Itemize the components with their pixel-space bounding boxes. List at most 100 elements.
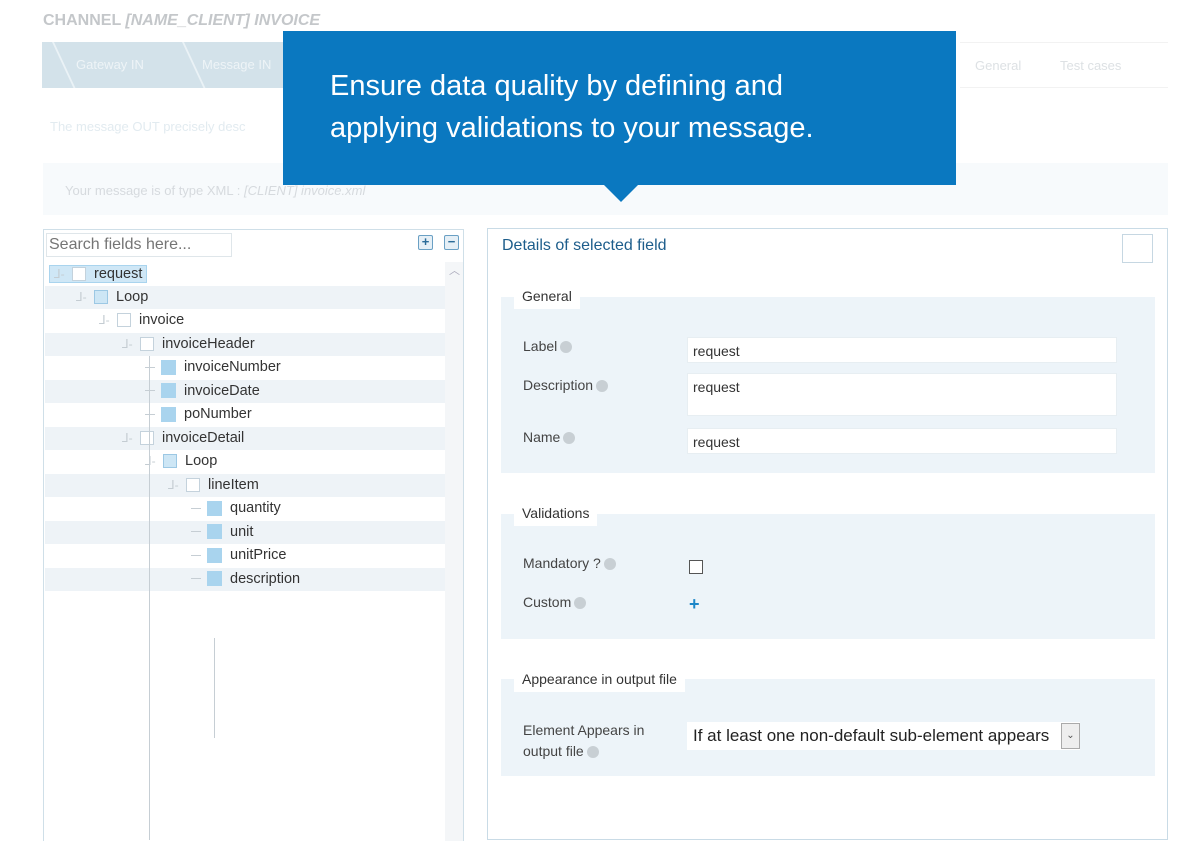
leaf-field-icon — [161, 406, 176, 422]
tree-row[interactable]: quantity — [45, 497, 445, 521]
tree-line — [145, 413, 155, 415]
tree-node[interactable]: poNumber — [145, 406, 252, 422]
description-label: Description — [523, 377, 609, 393]
scroll-up-icon[interactable]: ︿ — [449, 262, 460, 278]
tab-test-cases[interactable]: Test cases — [1060, 58, 1121, 73]
tree-node[interactable]: ⅃- invoiceDetail — [122, 430, 244, 446]
leaf-field-icon — [207, 571, 222, 586]
tab-general[interactable]: General — [975, 58, 1021, 73]
tree-line — [145, 366, 155, 368]
tree-node[interactable]: quantity — [191, 500, 281, 516]
tree-node[interactable]: ⅃- Loop — [145, 453, 217, 469]
tree-node-label[interactable]: Loop — [185, 453, 217, 469]
general-legend: General — [514, 284, 580, 309]
tree-node[interactable]: unit — [191, 524, 253, 540]
info-icon[interactable] — [603, 558, 616, 571]
tree-connector-icon[interactable]: ⅃- — [76, 290, 90, 304]
tree-node[interactable]: ⅃- request — [49, 265, 148, 283]
tree-node-label[interactable]: invoiceDate — [184, 383, 260, 399]
tree-line — [191, 578, 201, 579]
tree-node-label[interactable]: lineItem — [208, 477, 259, 493]
tree-line — [191, 554, 201, 556]
description-textarea[interactable]: request — [687, 373, 1117, 416]
type-file: [CLIENT] invoice.xml — [243, 183, 366, 198]
element-icon — [140, 430, 154, 445]
tree-row[interactable]: ⅃- lineItem — [45, 473, 445, 497]
tree-connector-icon[interactable]: ⅃- — [145, 454, 159, 468]
add-custom-validation-icon[interactable]: + — [689, 594, 700, 615]
tree-node-label[interactable]: unit — [230, 524, 253, 540]
tree-node-label[interactable]: request — [94, 266, 142, 282]
tree-node-label[interactable]: invoiceDetail — [162, 430, 244, 446]
info-icon[interactable] — [563, 432, 576, 445]
leaf-field-icon — [207, 524, 222, 539]
tree-node[interactable]: ⅃- lineItem — [168, 477, 259, 493]
element-appears-line2: output file — [523, 743, 584, 759]
tree-node[interactable]: invoiceNumber — [145, 359, 281, 375]
tree-row[interactable]: invoiceDate — [45, 379, 445, 403]
tree-node[interactable]: ⅃- Loop — [76, 289, 148, 305]
tree-row[interactable]: ⅃- invoice — [45, 309, 445, 333]
tree-node-label[interactable]: quantity — [230, 500, 281, 516]
tree-line — [191, 507, 201, 509]
mandatory-checkbox[interactable] — [689, 560, 703, 574]
callout-arrow — [604, 185, 638, 202]
tree-row[interactable]: poNumber — [45, 403, 445, 427]
tree-line — [145, 390, 155, 391]
tree-row[interactable]: invoiceNumber — [45, 356, 445, 380]
chevron-divider — [164, 42, 206, 88]
tree-row[interactable]: unitPrice — [45, 544, 445, 568]
info-icon[interactable] — [560, 341, 573, 354]
info-icon[interactable] — [586, 746, 599, 759]
tree-row[interactable]: ⅃- Loop — [45, 450, 445, 474]
scrollbar[interactable]: ︿ — [445, 262, 463, 841]
tree-node[interactable]: invoiceDate — [145, 383, 260, 399]
tree-connector-icon[interactable]: ⅃- — [99, 313, 113, 327]
title-prefix: CHANNEL — [43, 12, 121, 29]
tree-node-label[interactable]: description — [230, 571, 300, 587]
tree-connector-icon[interactable]: ⅃- — [122, 337, 136, 351]
tree-node-label[interactable]: poNumber — [184, 406, 252, 422]
page-title: CHANNEL [NAME_CLIENT] INVOICE — [43, 12, 320, 30]
name-text: Name — [523, 429, 561, 445]
tree-node[interactable]: ⅃- invoice — [99, 312, 184, 328]
label-text: Label — [523, 338, 558, 354]
chevron-down-icon[interactable]: ⌄ — [1061, 723, 1080, 749]
collapse-all-icon[interactable]: − — [444, 235, 459, 250]
tree-row[interactable]: ⅃- invoiceHeader — [45, 332, 445, 356]
tree-connector-icon[interactable]: ⅃- — [122, 431, 136, 445]
search-fields-input[interactable] — [46, 233, 232, 257]
element-icon — [140, 336, 154, 351]
tree-line — [149, 380, 150, 840]
tree-node-label[interactable]: invoiceNumber — [184, 359, 281, 375]
tree-connector-icon[interactable]: ⅃- — [168, 478, 182, 492]
tree-row[interactable]: unit — [45, 520, 445, 544]
tree-node-label[interactable]: unitPrice — [230, 547, 286, 563]
name-input[interactable]: request — [687, 428, 1117, 454]
panel-toggle-button[interactable] — [1122, 234, 1153, 263]
appearance-select[interactable]: If at least one non-default sub-element … — [687, 722, 1080, 750]
callout-line-2: applying validations to your message. — [330, 112, 814, 144]
breadcrumb-step-message-in[interactable]: Message IN — [202, 57, 271, 72]
chevron-divider — [34, 42, 76, 88]
tree-row[interactable]: description — [45, 567, 445, 591]
type-info-text: Your message is of type XML : [CLIENT] i… — [65, 183, 365, 198]
leaf-field-icon — [161, 359, 176, 375]
label-input[interactable]: request — [687, 337, 1117, 363]
info-icon[interactable] — [596, 380, 609, 393]
tree-row[interactable]: ⅃- request — [45, 262, 445, 286]
tree-row[interactable]: ⅃- Loop — [45, 285, 445, 309]
breadcrumb-step-gateway-in[interactable]: Gateway IN — [76, 57, 144, 72]
tree-node-label[interactable]: Loop — [116, 289, 148, 305]
tree-connector-icon[interactable]: ⅃- — [54, 267, 68, 281]
breadcrumb: Gateway IN Message IN — [34, 42, 292, 88]
tree-node[interactable]: unitPrice — [191, 547, 286, 563]
tree-node[interactable]: ⅃- invoiceHeader — [122, 336, 255, 352]
tree-row[interactable]: ⅃- invoiceDetail — [45, 426, 445, 450]
tree-node[interactable]: description — [191, 571, 300, 587]
mandatory-text: Mandatory ? — [523, 555, 601, 571]
tree-node-label[interactable]: invoice — [139, 312, 184, 328]
info-icon[interactable] — [574, 597, 587, 610]
tree-node-label[interactable]: invoiceHeader — [162, 336, 255, 352]
expand-all-icon[interactable]: + — [418, 235, 433, 250]
